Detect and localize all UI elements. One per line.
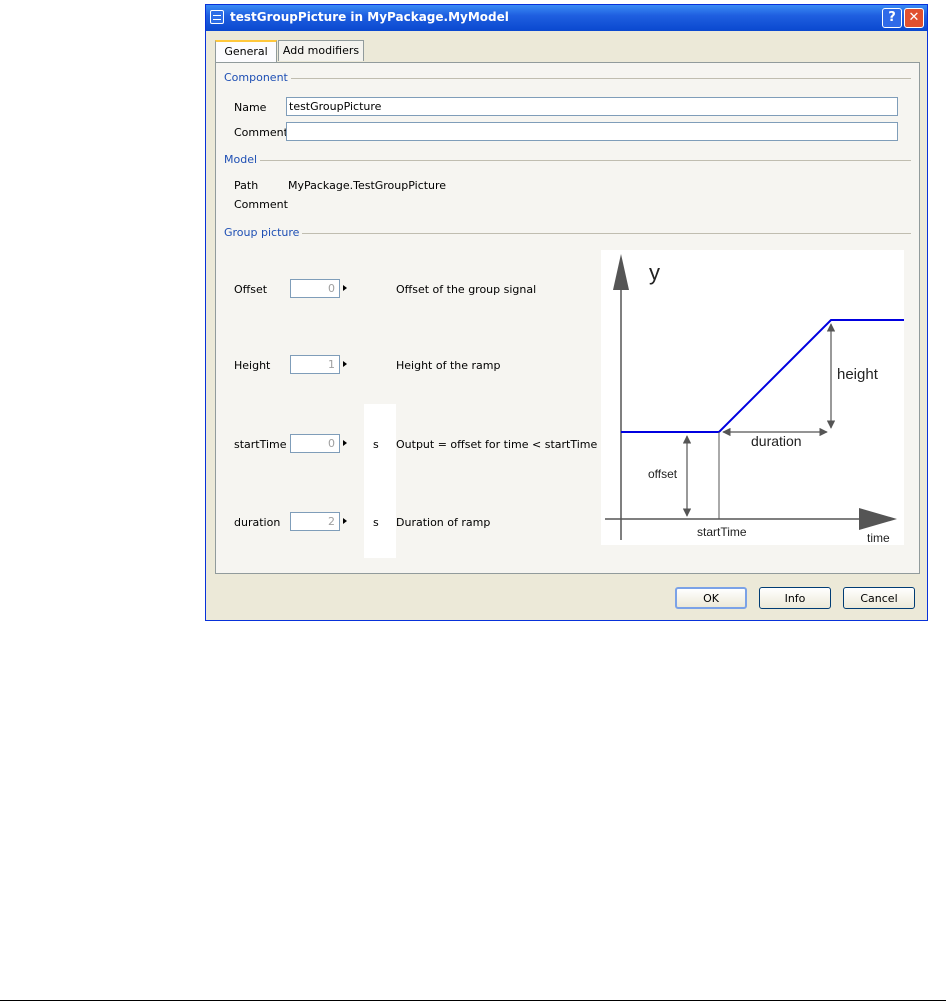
ramp-diagram-svg: y height duration offset startTime time xyxy=(605,254,904,545)
name-label: Name xyxy=(234,101,267,114)
duration-edit-arrow-icon[interactable] xyxy=(343,518,347,524)
height-annotation: height xyxy=(837,366,879,383)
starttime-annotation: startTime xyxy=(697,525,747,539)
component-comment-label: Comment xyxy=(234,126,288,139)
duration-annotation: duration xyxy=(751,433,802,449)
tab-general[interactable]: General xyxy=(215,40,277,62)
window-title: testGroupPicture in MyPackage.MyModel xyxy=(230,10,509,24)
info-button[interactable]: Info xyxy=(759,587,831,609)
starttime-description: Output = offset for time < startTime xyxy=(396,438,598,451)
dialog-window: testGroupPicture in MyPackage.MyModel ? … xyxy=(205,4,928,621)
ok-button[interactable]: OK xyxy=(675,587,747,609)
group-picture-divider xyxy=(298,233,911,234)
close-button[interactable]: ✕ xyxy=(904,8,924,28)
height-description: Height of the ramp xyxy=(396,359,501,372)
offset-input[interactable] xyxy=(290,279,340,298)
starttime-label: startTime xyxy=(234,438,287,451)
path-label: Path xyxy=(234,179,259,192)
list-window-icon xyxy=(210,10,224,24)
offset-annotation: offset xyxy=(648,467,678,481)
offset-label: Offset xyxy=(234,283,268,296)
time-axis-label: time xyxy=(867,531,890,545)
comment-input[interactable] xyxy=(286,122,898,141)
bottom-rule xyxy=(0,1000,946,1001)
duration-input[interactable] xyxy=(290,512,340,531)
offset-description: Offset of the group signal xyxy=(396,283,537,296)
close-icon: ✕ xyxy=(908,10,920,25)
name-input[interactable] xyxy=(286,97,898,116)
tab-add-modifiers[interactable]: Add modifiers xyxy=(278,40,364,61)
duration-label: duration xyxy=(234,516,281,529)
ramp-diagram: y height duration offset startTime time xyxy=(601,250,904,545)
height-edit-arrow-icon[interactable] xyxy=(343,361,347,367)
model-divider xyxy=(260,160,911,161)
help-button[interactable]: ? xyxy=(882,8,902,28)
starttime-edit-arrow-icon[interactable] xyxy=(343,440,347,446)
general-tab-panel: Component Name Comment Model Path MyPack… xyxy=(215,62,920,574)
height-label: Height xyxy=(234,359,271,372)
x-axis-arrowhead xyxy=(859,508,897,530)
offset-edit-arrow-icon[interactable] xyxy=(343,285,347,291)
title-bar[interactable]: testGroupPicture in MyPackage.MyModel ? … xyxy=(206,5,927,31)
duration-description: Duration of ramp xyxy=(396,516,491,529)
group-picture-heading: Group picture xyxy=(224,226,303,239)
starttime-input[interactable] xyxy=(290,434,340,453)
height-input[interactable] xyxy=(290,355,340,374)
component-heading: Component xyxy=(224,71,291,84)
component-divider xyxy=(291,78,911,79)
help-icon: ? xyxy=(888,10,896,25)
y-axis-arrowhead xyxy=(613,254,629,290)
model-comment-label: Comment xyxy=(234,198,288,211)
cancel-button[interactable]: Cancel xyxy=(843,587,915,609)
y-axis-label: y xyxy=(649,260,660,285)
starttime-unit: s xyxy=(373,438,379,451)
path-value: MyPackage.TestGroupPicture xyxy=(288,179,447,192)
duration-unit: s xyxy=(373,516,379,529)
model-heading: Model xyxy=(224,153,261,166)
unit-column xyxy=(364,404,396,558)
